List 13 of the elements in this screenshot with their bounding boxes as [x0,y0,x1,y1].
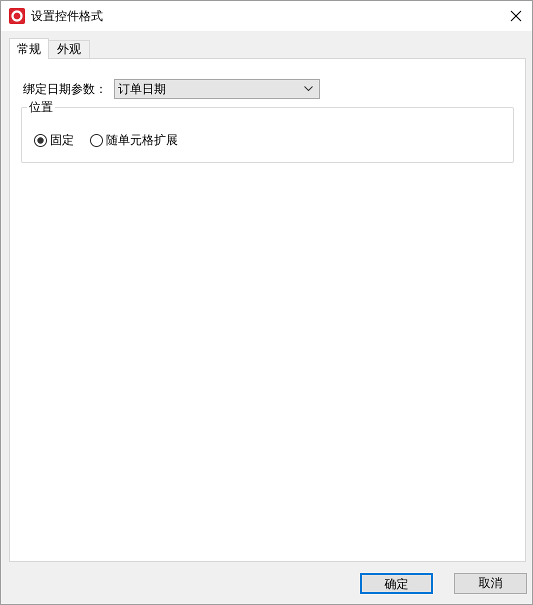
ok-button[interactable]: 确定 [360,572,433,594]
close-icon[interactable] [510,10,522,22]
caret-icon [304,86,313,92]
group-title: 位置 [27,99,55,116]
app-icon [9,8,25,24]
radio-option[interactable]: 随单元格扩展 [90,132,178,148]
tab[interactable]: 外观 [48,40,90,58]
cancel-button[interactable]: 取消 [454,572,527,594]
radio-option[interactable]: 固定 [34,132,74,148]
date-param-dropdown[interactable]: 订单日期 [114,79,320,99]
tab[interactable]: 常规 [9,38,49,59]
field-label: 绑定日期参数： [23,80,107,98]
window-title: 设置控件格式 [31,8,104,24]
